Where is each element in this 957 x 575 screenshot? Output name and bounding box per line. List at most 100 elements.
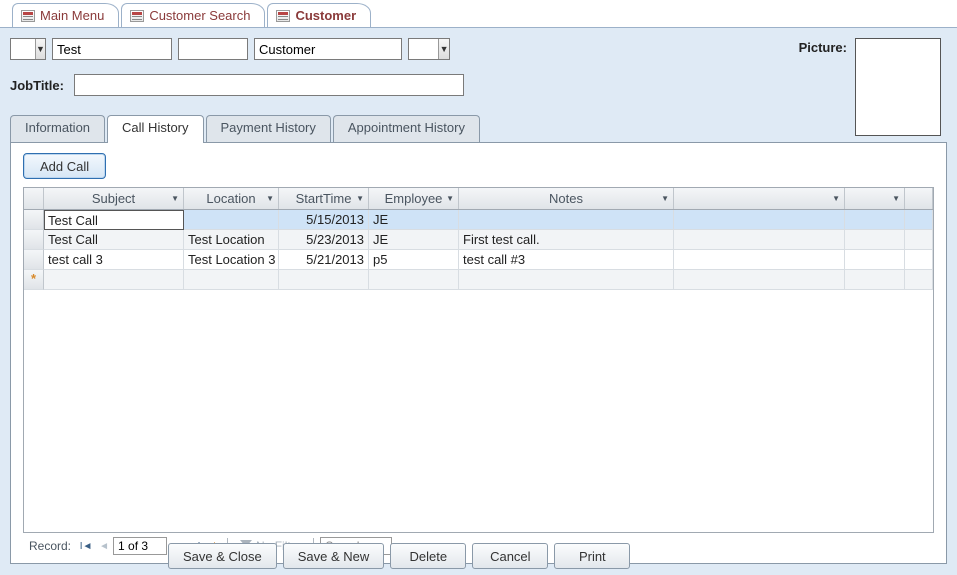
job-title-input[interactable] (74, 74, 464, 96)
cell-subject[interactable] (44, 270, 184, 290)
row-header-new[interactable] (24, 270, 44, 290)
cell-blank[interactable] (905, 210, 933, 230)
subtab-strip: Information Call History Payment History… (10, 114, 947, 142)
cell-notes[interactable]: First test call. (459, 230, 674, 250)
tab-appointment-history[interactable]: Appointment History (333, 115, 480, 143)
cell-blank[interactable] (905, 270, 933, 290)
col-label: Notes (549, 191, 583, 206)
middle-name-field[interactable] (178, 38, 248, 60)
save-close-button[interactable]: Save & Close (168, 543, 277, 569)
cell-location[interactable]: Test Location 3 (184, 250, 279, 270)
table-row[interactable]: Test Call Test Location 5/23/2013 JE Fir… (24, 230, 933, 250)
prefix-input[interactable] (11, 39, 35, 59)
name-fields-row: ▼ ▼ Picture: (10, 38, 947, 60)
document-tabstrip: Main Menu Customer Search Customer (0, 0, 957, 28)
tab-payment-history[interactable]: Payment History (206, 115, 331, 143)
chevron-down-icon[interactable]: ▼ (892, 194, 900, 203)
tab-customer[interactable]: Customer (267, 3, 371, 27)
col-label: Employee (385, 191, 443, 206)
cell-subject[interactable]: Test Call (44, 230, 184, 250)
cell-blank[interactable] (674, 210, 845, 230)
cell-starttime[interactable]: 5/23/2013 (279, 230, 369, 250)
cell-location[interactable] (184, 210, 279, 230)
cell-employee[interactable]: JE (369, 210, 459, 230)
col-subject[interactable]: Subject▼ (44, 188, 184, 209)
chevron-down-icon[interactable]: ▼ (438, 39, 449, 59)
chevron-down-icon[interactable]: ▼ (35, 39, 45, 59)
first-name-field[interactable] (52, 38, 172, 60)
col-blank[interactable]: ▼ (845, 188, 905, 209)
prefix-combo[interactable]: ▼ (10, 38, 46, 60)
picture-label: Picture: (799, 38, 847, 55)
form-action-bar: Save & Close Save & New Delete Cancel Pr… (0, 543, 957, 569)
cell-blank[interactable] (845, 230, 905, 250)
tab-call-history[interactable]: Call History (107, 115, 203, 143)
add-call-button[interactable]: Add Call (23, 153, 106, 179)
datasheet-body: Test Call 5/15/2013 JE Test Call Test Lo… (24, 210, 933, 532)
job-title-label: JobTitle: (10, 78, 64, 93)
tab-customer-search[interactable]: Customer Search (121, 3, 265, 27)
chevron-down-icon[interactable]: ▼ (356, 194, 364, 203)
chevron-down-icon[interactable]: ▼ (446, 194, 454, 203)
select-all-cell[interactable] (24, 188, 44, 209)
cell-location[interactable] (184, 270, 279, 290)
cell-blank[interactable] (845, 210, 905, 230)
cell-notes[interactable]: test call #3 (459, 250, 674, 270)
col-blank[interactable]: ▼ (674, 188, 845, 209)
row-header[interactable] (24, 210, 44, 230)
suffix-combo[interactable]: ▼ (408, 38, 450, 60)
new-record-row[interactable] (24, 270, 933, 290)
tab-information[interactable]: Information (10, 115, 105, 143)
cell-notes[interactable] (459, 270, 674, 290)
row-header[interactable] (24, 250, 44, 270)
col-blank[interactable] (905, 188, 933, 209)
delete-button[interactable]: Delete (390, 543, 466, 569)
cancel-button[interactable]: Cancel (472, 543, 548, 569)
col-notes[interactable]: Notes ▼ (459, 188, 674, 209)
save-new-button[interactable]: Save & New (283, 543, 385, 569)
cell-blank[interactable] (845, 270, 905, 290)
tab-label: Customer (295, 8, 356, 23)
cell-blank[interactable] (905, 230, 933, 250)
datasheet-header: Subject▼ Location▼ StartTime▼ Employee▼ … (24, 188, 933, 210)
chevron-down-icon[interactable]: ▼ (171, 194, 179, 203)
chevron-down-icon[interactable]: ▼ (661, 194, 669, 203)
cell-subject[interactable]: test call 3 (44, 250, 184, 270)
form-icon (130, 10, 144, 22)
cell-starttime[interactable]: 5/15/2013 (279, 210, 369, 230)
tab-label: Information (25, 120, 90, 135)
form-icon (276, 10, 290, 22)
cell-notes[interactable] (459, 210, 674, 230)
cell-blank[interactable] (905, 250, 933, 270)
cell-blank[interactable] (674, 250, 845, 270)
chevron-down-icon[interactable]: ▼ (832, 194, 840, 203)
suffix-input[interactable] (409, 39, 438, 59)
tab-label: Appointment History (348, 120, 465, 135)
print-button[interactable]: Print (554, 543, 630, 569)
cell-location[interactable]: Test Location (184, 230, 279, 250)
col-location[interactable]: Location ▼ (184, 188, 279, 209)
last-name-input[interactable] (255, 39, 401, 59)
first-name-input[interactable] (53, 39, 171, 59)
tab-main-menu[interactable]: Main Menu (12, 3, 119, 27)
cell-blank[interactable] (845, 250, 905, 270)
cell-blank[interactable] (674, 270, 845, 290)
tab-label: Call History (122, 120, 188, 135)
cell-starttime[interactable]: 5/21/2013 (279, 250, 369, 270)
table-row[interactable]: Test Call 5/15/2013 JE (24, 210, 933, 230)
cell-employee[interactable] (369, 270, 459, 290)
cell-employee[interactable]: JE (369, 230, 459, 250)
middle-name-input[interactable] (179, 39, 247, 59)
table-row[interactable]: test call 3 Test Location 3 5/21/2013 p5… (24, 250, 933, 270)
last-name-field[interactable] (254, 38, 402, 60)
col-label: Location (206, 191, 255, 206)
col-starttime[interactable]: StartTime▼ (279, 188, 369, 209)
cell-starttime[interactable] (279, 270, 369, 290)
row-header[interactable] (24, 230, 44, 250)
col-employee[interactable]: Employee▼ (369, 188, 459, 209)
cell-employee[interactable]: p5 (369, 250, 459, 270)
cell-blank[interactable] (674, 230, 845, 250)
customer-subtabs: Information Call History Payment History… (10, 114, 947, 564)
chevron-down-icon[interactable]: ▼ (266, 194, 274, 203)
cell-subject[interactable]: Test Call (44, 210, 184, 230)
